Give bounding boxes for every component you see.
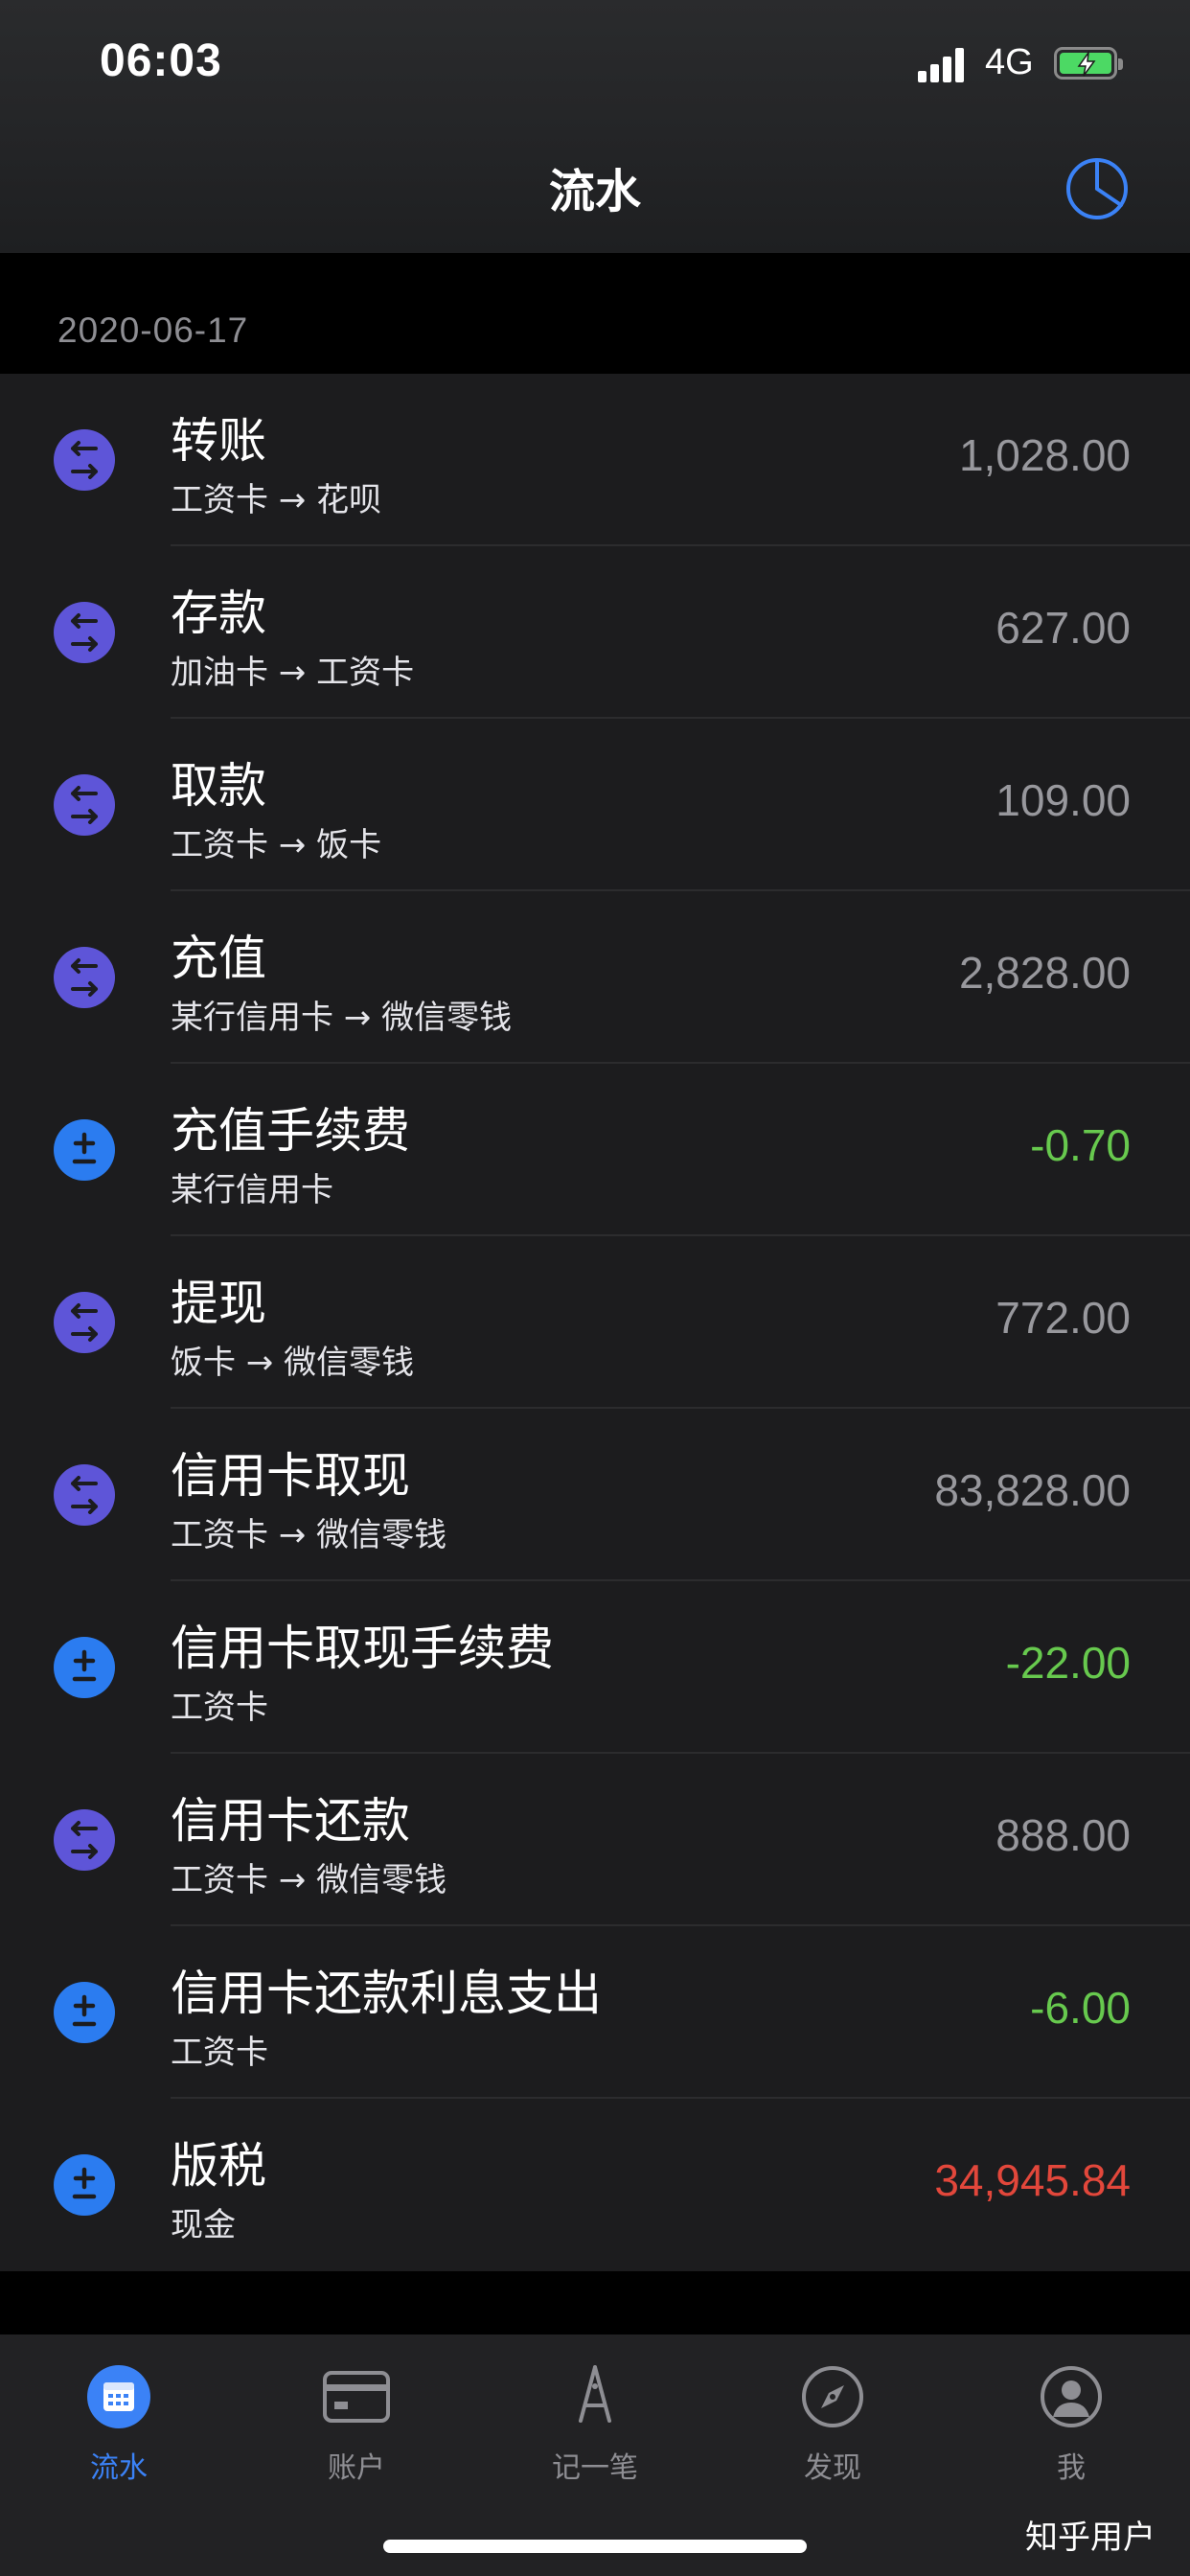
transaction-title: 提现 xyxy=(171,1276,266,1331)
battery-icon xyxy=(1054,47,1123,80)
transaction-row[interactable]: 版税 现金 34,945.84 xyxy=(0,2099,1190,2271)
transaction-title: 存款 xyxy=(171,586,266,641)
plus-minus-icon xyxy=(54,1982,115,2043)
status-time: 06:03 xyxy=(100,35,222,86)
plus-minus-icon xyxy=(54,2154,115,2216)
transaction-row[interactable]: 提现 饭卡 → 微信零钱 772.00 xyxy=(0,1236,1190,1409)
tab-label: 发现 xyxy=(804,2451,861,2485)
signal-icon xyxy=(918,48,966,82)
transaction-accounts: 工资卡 xyxy=(171,1689,268,1727)
transaction-title: 转账 xyxy=(171,413,266,469)
transaction-title: 取款 xyxy=(171,758,266,814)
transaction-amount: -6.00 xyxy=(1030,1983,1131,2033)
transaction-amount: -22.00 xyxy=(1005,1638,1131,1688)
nav-bar: 流水 xyxy=(0,134,1190,253)
transaction-row[interactable]: 充值 某行信用卡 → 微信零钱 2,828.00 xyxy=(0,891,1190,1064)
watermark: 知乎用户 xyxy=(1025,2518,1156,2557)
transaction-accounts: 某行信用卡 → 微信零钱 xyxy=(171,999,513,1037)
transaction-amount: 34,945.84 xyxy=(934,2155,1131,2205)
transaction-title: 信用卡取现 xyxy=(171,1448,410,1504)
transaction-amount: 888.00 xyxy=(995,1810,1131,1860)
plus-minus-icon xyxy=(54,1119,115,1181)
tab-label: 账户 xyxy=(328,2451,385,2485)
status-bar: 06:03 4G xyxy=(0,0,1190,134)
transaction-row[interactable]: 转账 工资卡 → 花呗 1,028.00 xyxy=(0,374,1190,546)
tab-label: 我 xyxy=(1057,2451,1086,2485)
transaction-accounts: 加油卡 → 工资卡 xyxy=(171,654,415,692)
transfer-icon xyxy=(54,602,115,663)
plus-minus-icon xyxy=(54,1637,115,1698)
transfer-icon xyxy=(54,1809,115,1871)
network-type: 4G xyxy=(985,42,1034,82)
transfer-icon xyxy=(54,429,115,491)
transaction-amount: 2,828.00 xyxy=(958,948,1131,998)
section-date: 2020-06-17 xyxy=(57,310,249,350)
transfer-icon xyxy=(54,774,115,836)
tab-label: 记一笔 xyxy=(552,2451,638,2485)
transaction-title: 充值 xyxy=(171,931,266,986)
transaction-amount: -0.70 xyxy=(1030,1120,1131,1170)
transaction-row[interactable]: 取款 工资卡 → 饭卡 109.00 xyxy=(0,719,1190,891)
transaction-accounts: 工资卡 → 花呗 xyxy=(171,481,382,519)
transfer-icon xyxy=(54,1292,115,1353)
page-title: 流水 xyxy=(548,165,641,218)
transfer-icon xyxy=(54,1464,115,1526)
transaction-accounts: 工资卡 → 微信零钱 xyxy=(171,1861,447,1899)
pen-nib-icon xyxy=(561,2363,629,2430)
transaction-amount: 1,028.00 xyxy=(958,430,1131,480)
transaction-title: 充值手续费 xyxy=(171,1103,410,1159)
card-icon xyxy=(323,2363,390,2430)
transaction-title: 信用卡取现手续费 xyxy=(171,1621,554,1676)
tab-accounts[interactable]: 账户 xyxy=(238,2363,475,2488)
transaction-title: 信用卡还款 xyxy=(171,1793,410,1849)
transaction-accounts: 某行信用卡 xyxy=(171,1171,333,1209)
transaction-amount: 83,828.00 xyxy=(934,1465,1131,1515)
home-indicator[interactable] xyxy=(383,2540,807,2553)
transaction-list: 转账 工资卡 → 花呗 1,028.00 存款 加油卡 → 工资卡 627.00… xyxy=(0,374,1190,2271)
charging-bolt-icon xyxy=(1077,51,1096,77)
transaction-amount: 109.00 xyxy=(995,775,1131,825)
transaction-title: 版税 xyxy=(171,2138,266,2194)
tab-label: 流水 xyxy=(90,2451,148,2485)
tab-discover[interactable]: 发现 xyxy=(714,2363,951,2488)
transaction-title: 信用卡还款利息支出 xyxy=(171,1966,602,2021)
transaction-accounts: 工资卡 → 饭卡 xyxy=(171,826,382,864)
transfer-icon xyxy=(54,947,115,1008)
transaction-accounts: 工资卡 → 微信零钱 xyxy=(171,1516,447,1554)
tab-flow[interactable]: 流水 xyxy=(0,2363,238,2488)
user-icon xyxy=(1038,2363,1105,2430)
transaction-row[interactable]: 信用卡还款 工资卡 → 微信零钱 888.00 xyxy=(0,1754,1190,1926)
tab-me[interactable]: 我 xyxy=(952,2363,1190,2488)
compass-icon xyxy=(799,2363,866,2430)
pie-chart-icon[interactable] xyxy=(1064,155,1131,222)
tab-record[interactable]: 记一笔 xyxy=(476,2363,714,2488)
transaction-row[interactable]: 充值手续费 某行信用卡 -0.70 xyxy=(0,1064,1190,1236)
date-section-header: 2020-06-17 xyxy=(0,253,1190,374)
transaction-row[interactable]: 信用卡还款利息支出 工资卡 -6.00 xyxy=(0,1926,1190,2099)
calendar-icon xyxy=(85,2363,152,2430)
transaction-row[interactable]: 信用卡取现手续费 工资卡 -22.00 xyxy=(0,1581,1190,1754)
transaction-row[interactable]: 存款 加油卡 → 工资卡 627.00 xyxy=(0,546,1190,719)
transaction-accounts: 工资卡 xyxy=(171,2034,268,2072)
transaction-accounts: 现金 xyxy=(171,2206,236,2244)
transaction-accounts: 饭卡 → 微信零钱 xyxy=(171,1344,415,1382)
transaction-amount: 627.00 xyxy=(995,603,1131,653)
transaction-row[interactable]: 信用卡取现 工资卡 → 微信零钱 83,828.00 xyxy=(0,1409,1190,1581)
transaction-amount: 772.00 xyxy=(995,1293,1131,1343)
